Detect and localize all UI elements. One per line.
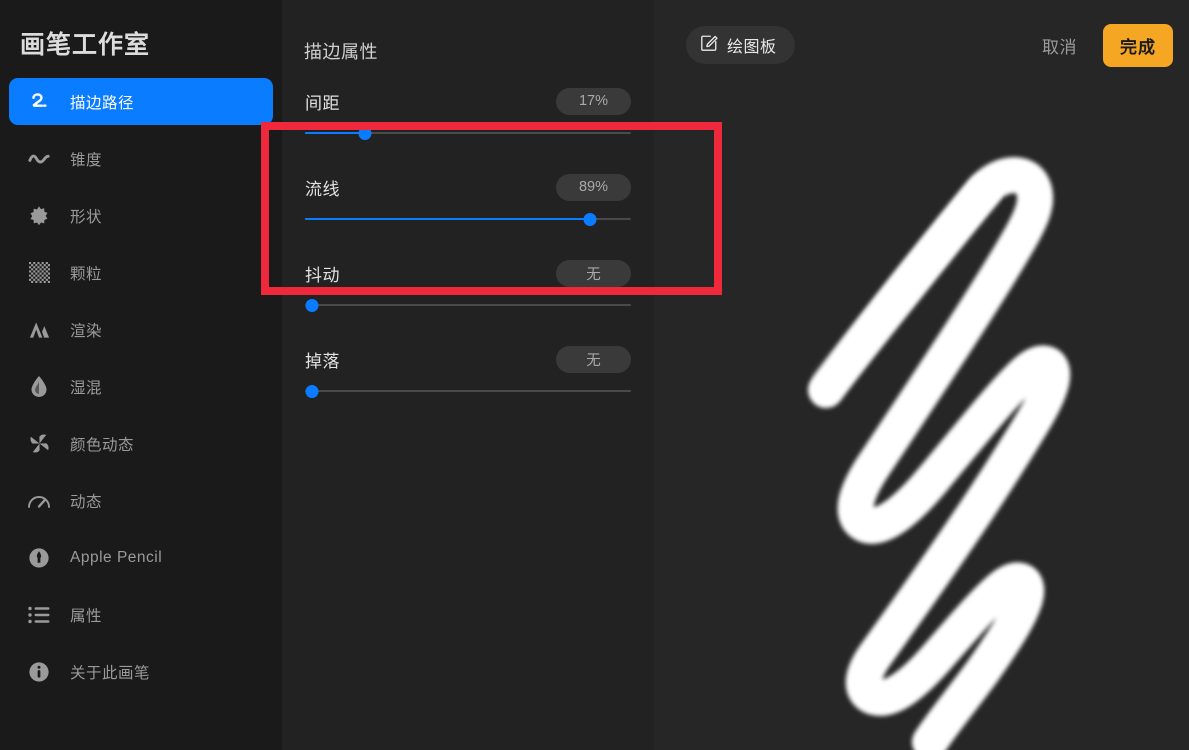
slider-fill xyxy=(305,131,361,135)
sidebar-item-label: 锥度 xyxy=(70,151,103,169)
sidebar-item-label: 描边路径 xyxy=(70,94,135,112)
sidebar-item-label: 形状 xyxy=(70,208,103,226)
sidebar-item-dynamics[interactable]: 动态 xyxy=(9,477,273,524)
sidebar-item-attributes[interactable]: 属性 xyxy=(9,591,273,638)
toolbar-actions: 取消 完成 xyxy=(1038,23,1173,67)
sidebar-item-label: 颗粒 xyxy=(70,265,103,283)
sidebar-item-taper[interactable]: 锥度 xyxy=(9,135,273,182)
sidebar-item-label: 属性 xyxy=(70,607,103,625)
fall-off-slider[interactable] xyxy=(305,383,631,399)
brush-preview-area: 绘图板 取消 完成 xyxy=(654,0,1189,750)
slider-track xyxy=(305,303,631,307)
slider-header: 掉落 无 xyxy=(305,344,631,374)
sidebar-item-label: Apple Pencil xyxy=(70,548,163,566)
page-title: 画笔工作室 xyxy=(20,31,151,59)
slider-fill xyxy=(305,217,596,221)
slider-track xyxy=(305,389,631,393)
sidebar-item-grain[interactable]: 颗粒 xyxy=(9,249,273,296)
wet-mix-icon xyxy=(26,374,52,400)
rendering-icon xyxy=(26,317,52,343)
slider-row-fall-off: 掉落 无 xyxy=(305,326,631,412)
drawing-pad-button[interactable]: 绘图板 xyxy=(686,26,795,64)
sidebar-item-label: 关于此画笔 xyxy=(70,664,151,682)
slider-thumb[interactable] xyxy=(583,212,597,226)
sidebar-nav-list: 描边路径 锥度 形状 颗粒 渲染 湿混 颜色动态 动态 Apple Pencil… xyxy=(0,78,282,695)
sidebar: 画笔工作室 描边路径 锥度 形状 颗粒 渲染 湿混 颜色动态 动态 Apple … xyxy=(0,0,282,750)
slider-thumb[interactable] xyxy=(305,384,318,398)
grain-icon xyxy=(26,260,52,286)
slider-value-badge: 无 xyxy=(556,259,631,287)
brush-stroke-preview xyxy=(654,0,1189,750)
stroke-svg xyxy=(808,157,1071,750)
drawing-pad-label: 绘图板 xyxy=(727,39,777,56)
slider-header: 间距 17% xyxy=(305,86,631,116)
slider-thumb[interactable] xyxy=(305,298,318,312)
slider-row-streamline: 流线 89% xyxy=(305,154,631,240)
sidebar-item-rendering[interactable]: 渲染 xyxy=(9,306,273,353)
slider-label: 流线 xyxy=(305,179,340,199)
slider-label: 间距 xyxy=(305,93,340,113)
attributes-icon xyxy=(26,602,52,628)
slider-label: 抖动 xyxy=(305,265,340,285)
cancel-button[interactable]: 取消 xyxy=(1038,27,1081,64)
sidebar-item-label: 动态 xyxy=(70,493,103,511)
sidebar-item-wet-mix[interactable]: 湿混 xyxy=(9,363,273,410)
sidebar-item-stroke-path[interactable]: 描边路径 xyxy=(9,78,273,125)
stroke-properties-panel: 描边属性 间距 17% 流线 89% 抖动 无 掉落 无 xyxy=(282,0,654,750)
sidebar-item-shape[interactable]: 形状 xyxy=(9,192,273,239)
slider-row-jitter: 抖动 无 xyxy=(305,240,631,326)
brush-studio-window: 画笔工作室 描边路径 锥度 形状 颗粒 渲染 湿混 颜色动态 动态 Apple … xyxy=(0,0,1189,750)
stroke-segment-main xyxy=(808,157,1071,750)
apple-pencil-icon xyxy=(26,545,52,571)
sidebar-item-label: 颜色动态 xyxy=(70,436,135,454)
slider-row-spacing: 间距 17% xyxy=(305,82,631,154)
shape-icon xyxy=(26,203,52,229)
stroke-path-icon xyxy=(26,89,52,115)
jitter-slider[interactable] xyxy=(305,297,631,313)
sidebar-item-label: 渲染 xyxy=(70,322,103,340)
slider-value-badge: 89% xyxy=(556,173,631,201)
slider-list: 间距 17% 流线 89% 抖动 无 掉落 无 xyxy=(282,64,654,412)
taper-icon xyxy=(26,146,52,172)
slider-header: 流线 89% xyxy=(305,172,631,202)
sidebar-item-about-brush[interactable]: 关于此画笔 xyxy=(9,648,273,695)
spacing-slider[interactable] xyxy=(305,125,631,141)
done-button[interactable]: 完成 xyxy=(1103,23,1173,67)
edit-square-icon xyxy=(700,34,718,57)
slider-value-badge: 17% xyxy=(556,87,631,115)
sidebar-item-apple-pencil[interactable]: Apple Pencil xyxy=(9,534,273,581)
info-icon xyxy=(26,659,52,685)
sidebar-item-color-dynamics[interactable]: 颜色动态 xyxy=(9,420,273,467)
streamline-slider[interactable] xyxy=(305,211,631,227)
slider-label: 掉落 xyxy=(305,351,340,371)
dynamics-icon xyxy=(26,488,52,514)
preview-toolbar: 绘图板 取消 完成 xyxy=(654,0,1189,90)
slider-header: 抖动 无 xyxy=(305,258,631,288)
panel-title: 描边属性 xyxy=(304,42,378,62)
slider-thumb[interactable] xyxy=(358,126,372,140)
color-dynamics-icon xyxy=(26,431,52,457)
slider-value-badge: 无 xyxy=(556,345,631,373)
sidebar-item-label: 湿混 xyxy=(70,379,103,397)
